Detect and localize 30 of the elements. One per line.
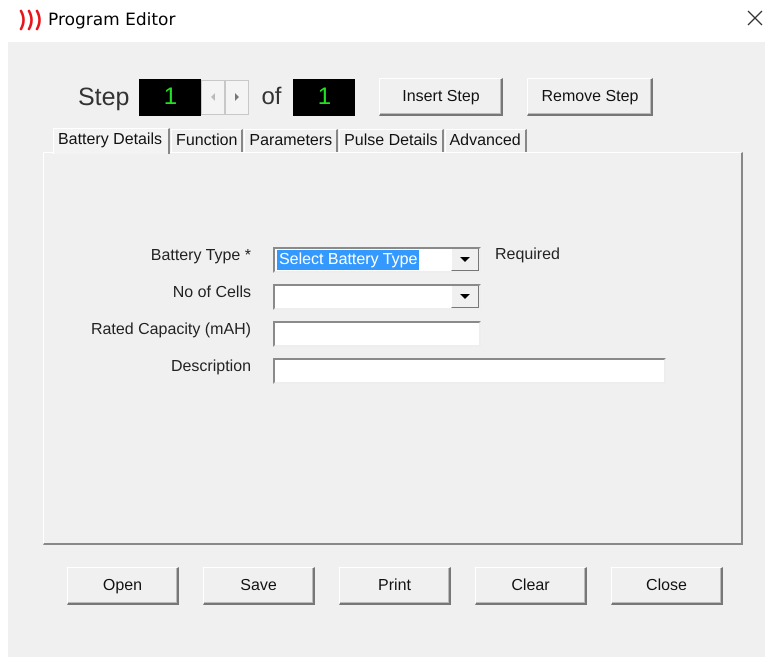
tab[interactable]: Function bbox=[171, 129, 244, 152]
dialog-button[interactable]: Open bbox=[67, 567, 179, 605]
field-label: Rated Capacity (mAH) bbox=[90, 320, 252, 339]
of-label: of bbox=[261, 83, 282, 111]
dropdown-field[interactable] bbox=[273, 284, 481, 310]
step-display: 1 bbox=[139, 78, 202, 116]
tab[interactable]: Advanced bbox=[444, 129, 527, 152]
tab[interactable]: Parameters bbox=[244, 129, 338, 152]
dialog-button[interactable]: Save bbox=[203, 567, 315, 605]
logo-icon bbox=[18, 9, 44, 31]
dialog-button[interactable]: Clear bbox=[475, 567, 587, 605]
right-triangle-icon bbox=[233, 92, 242, 102]
field-label: Description bbox=[170, 357, 252, 376]
input-field[interactable] bbox=[273, 320, 481, 346]
total-steps-display: 1 bbox=[293, 78, 356, 116]
next-step-button[interactable] bbox=[225, 80, 250, 114]
insert-step-button[interactable]: Insert Step bbox=[379, 78, 504, 116]
remove-step-button[interactable]: Remove Step bbox=[527, 78, 654, 116]
required-note: Required bbox=[495, 245, 560, 264]
step-label: Step bbox=[78, 82, 130, 112]
field-label: Battery Type * bbox=[150, 246, 252, 265]
dialog-button[interactable]: Print bbox=[339, 567, 451, 605]
tab[interactable]: Pulse Details bbox=[339, 129, 444, 152]
input-field[interactable] bbox=[273, 358, 666, 384]
window-title: Program Editor bbox=[48, 10, 176, 30]
field-label: No of Cells bbox=[172, 283, 252, 302]
close-icon[interactable] bbox=[747, 10, 763, 26]
left-triangle-icon bbox=[209, 92, 218, 102]
dialog-button[interactable]: Close bbox=[611, 567, 723, 605]
tab[interactable]: Battery Details bbox=[53, 128, 170, 154]
